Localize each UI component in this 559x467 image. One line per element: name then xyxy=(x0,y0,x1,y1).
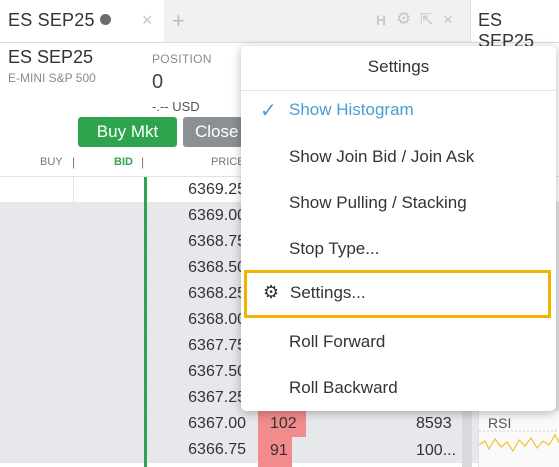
popout-icon[interactable]: ⇱ xyxy=(420,10,433,30)
buy-cell[interactable] xyxy=(0,203,74,228)
ask-size-value: 100... xyxy=(416,442,457,459)
bid-cell[interactable] xyxy=(74,385,144,410)
ask-size-value: 8593 xyxy=(416,415,452,432)
volume-value: 91 xyxy=(270,442,288,459)
column-price: PRICE xyxy=(211,156,245,168)
bid-cell[interactable] xyxy=(74,203,144,228)
rsi-label: RSI xyxy=(488,415,512,431)
bid-cell[interactable] xyxy=(74,437,144,462)
add-tab-icon[interactable]: + xyxy=(172,8,185,34)
menu-item-show-pulling-stacking[interactable]: Show Pulling / Stacking xyxy=(241,180,556,226)
menu-item-settings[interactable]: ⚙ Settings... xyxy=(244,270,551,318)
position-value: 0 xyxy=(152,71,164,93)
column-separator: | xyxy=(72,155,76,169)
buy-cell[interactable] xyxy=(0,359,74,384)
gear-icon[interactable]: ⚙ xyxy=(396,9,411,29)
tab-close-icon[interactable]: × xyxy=(142,10,153,31)
column-bid: BID xyxy=(114,156,133,168)
buy-cell[interactable] xyxy=(0,437,74,462)
symbol-name: ES SEP25 xyxy=(8,47,94,67)
price-cell: 6367.00 xyxy=(188,415,246,432)
ask-column-shade xyxy=(462,411,472,467)
column-buy: BUY xyxy=(40,156,63,168)
menu-item-label: Roll Forward xyxy=(289,332,386,351)
bid-cell[interactable] xyxy=(74,333,144,358)
pnl-value: -.-- USD xyxy=(152,99,200,114)
menu-item-show-histogram[interactable]: ✓ Show Histogram xyxy=(241,87,556,133)
buy-cell[interactable] xyxy=(0,229,74,254)
volume-value: 102 xyxy=(270,415,297,432)
check-icon: ✓ xyxy=(260,100,277,122)
menu-item-label: Roll Backward xyxy=(289,378,398,397)
column-separator: | xyxy=(141,155,145,169)
buy-cell[interactable] xyxy=(0,307,74,332)
price-cell: 6366.75 xyxy=(188,441,246,458)
bid-cell[interactable] xyxy=(74,359,144,384)
buy-cell[interactable] xyxy=(0,333,74,358)
menu-item-label: Show Histogram xyxy=(289,100,414,119)
bid-cell[interactable] xyxy=(74,411,144,436)
menu-item-roll-backward[interactable]: Roll Backward xyxy=(241,365,556,411)
menu-item-label: Show Join Bid / Join Ask xyxy=(289,147,475,166)
bid-cell[interactable] xyxy=(74,177,144,202)
buy-cell[interactable] xyxy=(0,281,74,306)
buy-cell[interactable] xyxy=(0,177,74,202)
menu-item-label: Show Pulling / Stacking xyxy=(289,193,467,212)
gear-icon: ⚙ xyxy=(263,282,280,302)
menu-item-show-join-bid-join-ask[interactable]: Show Join Bid / Join Ask xyxy=(241,134,556,180)
menu-item-roll-forward[interactable]: Roll Forward xyxy=(241,319,556,365)
bid-cell[interactable] xyxy=(74,307,144,332)
header-toggle-icon[interactable]: H xyxy=(376,12,386,28)
menu-item-label: Settings... xyxy=(290,283,366,302)
buy-market-button[interactable]: Buy Mkt xyxy=(78,117,177,147)
buy-cell[interactable] xyxy=(0,411,74,436)
bid-cell[interactable] xyxy=(74,229,144,254)
symbol-description: E-MINI S&P 500 xyxy=(8,71,96,85)
position-label: POSITION xyxy=(152,52,212,66)
buy-cell[interactable] xyxy=(0,385,74,410)
unsaved-dot-icon xyxy=(100,14,111,25)
bid-cell[interactable] xyxy=(74,281,144,306)
close-window-icon[interactable]: × xyxy=(443,10,453,30)
bid-column-line xyxy=(144,177,147,467)
tab-title[interactable]: ES SEP25 xyxy=(8,10,95,31)
menu-title: Settings xyxy=(367,57,430,76)
settings-menu: Settings ✓ Show Histogram Show Join Bid … xyxy=(241,46,556,411)
menu-item-stop-type[interactable]: Stop Type... xyxy=(241,226,556,272)
bid-cell[interactable] xyxy=(74,255,144,280)
buy-cell[interactable] xyxy=(0,255,74,280)
menu-item-label: Stop Type... xyxy=(289,239,380,258)
